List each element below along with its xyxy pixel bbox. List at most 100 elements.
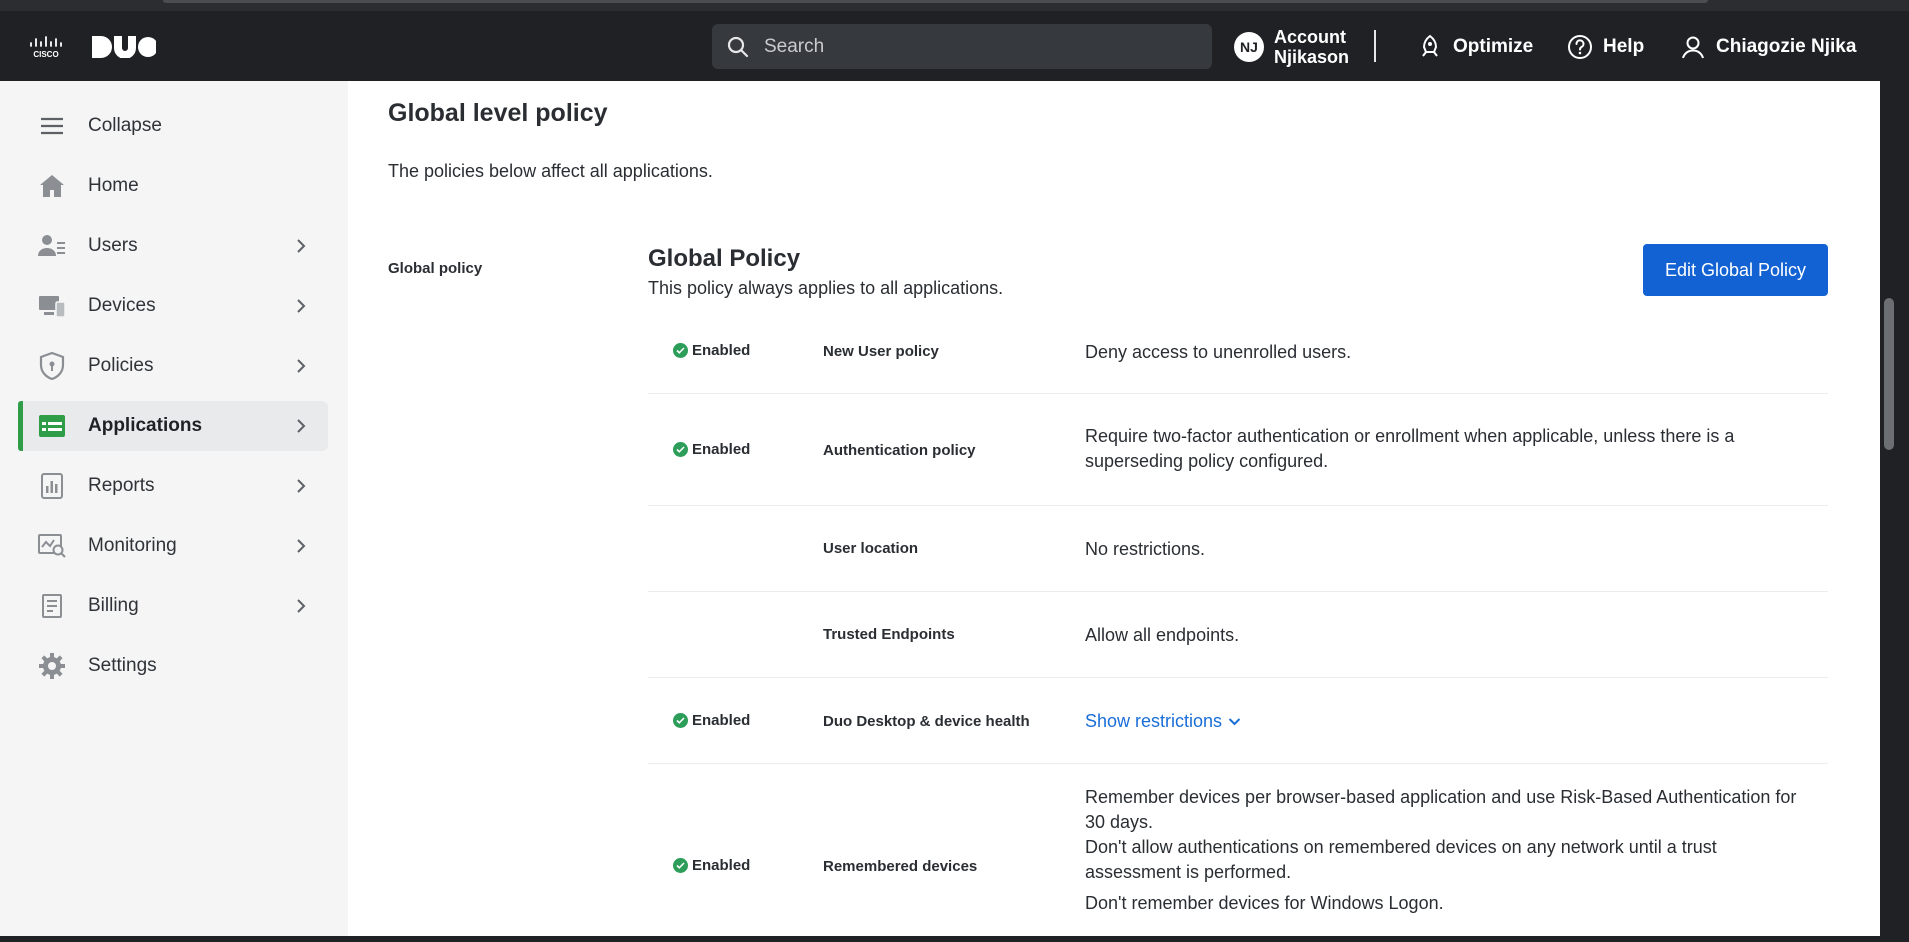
sidebar: Collapse Home Users Devices Policies App… xyxy=(0,81,348,942)
search-icon xyxy=(727,36,749,57)
menu-icon xyxy=(38,112,66,140)
policy-name: Remembered devices xyxy=(823,858,978,875)
policy-value-3: Don't remember devices for Windows Logon… xyxy=(1085,893,1444,913)
chevron-right-icon xyxy=(297,359,306,373)
devices-icon xyxy=(38,292,66,320)
policy-value: No restrictions. xyxy=(1085,539,1206,559)
policy-value-2: Don't allow authentications on remembere… xyxy=(1085,837,1717,882)
policy-name: Trusted Endpoints xyxy=(823,626,955,643)
policy-row-authentication: Enabled Authentication policy Require tw… xyxy=(648,394,1828,506)
scrollbar-track[interactable] xyxy=(1880,81,1909,942)
duo-logo[interactable] xyxy=(92,36,156,58)
sidebar-item-devices[interactable]: Devices xyxy=(18,281,328,331)
status-text: Enabled xyxy=(692,342,751,359)
sidebar-item-label: Reports xyxy=(88,475,155,496)
policy-title: Global Policy xyxy=(648,245,801,272)
section-label: Global policy xyxy=(388,260,483,277)
policy-name: User location xyxy=(823,540,919,557)
user-icon xyxy=(1682,36,1704,58)
policy-row-user-location: User location No restrictions. xyxy=(648,506,1828,592)
edit-global-policy-button[interactable]: Edit Global Policy xyxy=(1643,244,1828,296)
status-badge: Enabled xyxy=(673,712,750,729)
help-icon xyxy=(1568,34,1592,59)
policy-value: Show restrictions xyxy=(1085,709,1805,734)
bottom-strip xyxy=(0,936,1880,942)
sidebar-item-label: Settings xyxy=(88,655,157,676)
chevron-right-icon xyxy=(297,419,306,433)
policy-value: Remember devices per browser-based appli… xyxy=(1085,787,1797,832)
chevron-right-icon xyxy=(297,299,306,313)
svg-text:CISCO: CISCO xyxy=(33,50,58,59)
reports-icon xyxy=(38,472,66,500)
policy-row-trusted-endpoints: Trusted Endpoints Allow all endpoints. xyxy=(648,592,1828,678)
search-input[interactable] xyxy=(764,35,1184,58)
main-content: Global level policy The policies below a… xyxy=(348,81,1880,942)
account-name: Account Njikason xyxy=(1274,27,1349,67)
page-description: The policies below affect all applicatio… xyxy=(388,161,713,181)
sidebar-item-settings[interactable]: Settings xyxy=(18,641,328,691)
policy-name: Duo Desktop & device health xyxy=(823,713,1030,730)
account-line2: Njikason xyxy=(1274,46,1350,67)
chevron-right-icon xyxy=(297,239,306,253)
help-label: Help xyxy=(1603,35,1645,57)
monitoring-icon xyxy=(38,532,66,560)
top-navigation-bar: CISCO NJ Account Njikason Optimize Help … xyxy=(0,11,1880,81)
policy-subtitle: This policy always applies to all applic… xyxy=(648,278,1004,298)
show-restrictions-link[interactable]: Show restrictions xyxy=(1085,709,1241,734)
users-icon xyxy=(38,232,66,260)
shield-icon xyxy=(38,352,66,380)
check-circle-icon xyxy=(673,442,688,457)
sidebar-item-users[interactable]: Users xyxy=(18,221,328,271)
chevron-right-icon xyxy=(297,539,306,553)
scrollbar-thumb[interactable] xyxy=(1884,298,1894,450)
sidebar-item-reports[interactable]: Reports xyxy=(18,461,328,511)
sidebar-item-home[interactable]: Home xyxy=(18,161,328,211)
help-button[interactable]: Help xyxy=(1567,24,1644,69)
status-text: Enabled xyxy=(692,712,751,729)
account-line1: Account xyxy=(1274,26,1346,47)
sidebar-item-label: Home xyxy=(88,175,139,196)
chevron-right-icon xyxy=(297,479,306,493)
status-badge: Enabled xyxy=(673,857,750,874)
sidebar-item-label: Devices xyxy=(88,295,156,316)
check-circle-icon xyxy=(673,343,688,358)
sidebar-item-label: Policies xyxy=(88,355,154,376)
search-bar[interactable] xyxy=(712,24,1212,69)
show-restrictions-label: Show restrictions xyxy=(1085,711,1223,731)
sidebar-item-applications[interactable]: Applications xyxy=(18,401,328,451)
sidebar-item-billing[interactable]: Billing xyxy=(18,581,328,631)
gear-icon xyxy=(38,652,66,680)
sidebar-item-label: Applications xyxy=(88,415,203,436)
policy-row-device-health: Enabled Duo Desktop & device health Show… xyxy=(648,678,1828,764)
policy-name: New User policy xyxy=(823,343,939,360)
browser-strip xyxy=(0,0,1909,11)
home-icon xyxy=(38,172,66,200)
sidebar-item-label: Monitoring xyxy=(88,535,177,556)
browser-tab-bar xyxy=(163,0,1708,3)
page-title: Global level policy xyxy=(388,99,608,127)
status-badge: Enabled xyxy=(673,342,750,359)
chevron-down-icon xyxy=(1228,718,1241,726)
sidebar-item-policies[interactable]: Policies xyxy=(18,341,328,391)
user-menu[interactable]: Chiagozie Njika xyxy=(1680,24,1856,69)
check-circle-icon xyxy=(673,713,688,728)
applications-icon xyxy=(38,412,66,440)
chevron-right-icon xyxy=(297,599,306,613)
policy-value: Deny access to unenrolled users. xyxy=(1085,342,1352,362)
sidebar-item-monitoring[interactable]: Monitoring xyxy=(18,521,328,571)
sidebar-item-collapse[interactable]: Collapse xyxy=(18,101,328,151)
optimize-button[interactable]: Optimize xyxy=(1417,24,1533,69)
policy-row-remembered-devices: Enabled Remembered devices Remember devi… xyxy=(648,764,1828,942)
status-badge: Enabled xyxy=(673,441,750,458)
account-avatar: NJ xyxy=(1234,31,1264,62)
header-divider xyxy=(1374,30,1376,62)
policy-value: Require two-factor authentication or enr… xyxy=(1085,426,1735,471)
sidebar-item-label: Users xyxy=(88,235,138,256)
account-switcher[interactable]: NJ Account Njikason xyxy=(1234,24,1349,69)
cisco-logo[interactable]: CISCO xyxy=(28,33,70,59)
policy-row-new-user: Enabled New User policy Deny access to u… xyxy=(648,321,1828,394)
status-text: Enabled xyxy=(692,857,751,874)
status-text: Enabled xyxy=(692,441,751,458)
billing-icon xyxy=(38,592,66,620)
optimize-label: Optimize xyxy=(1453,35,1534,57)
